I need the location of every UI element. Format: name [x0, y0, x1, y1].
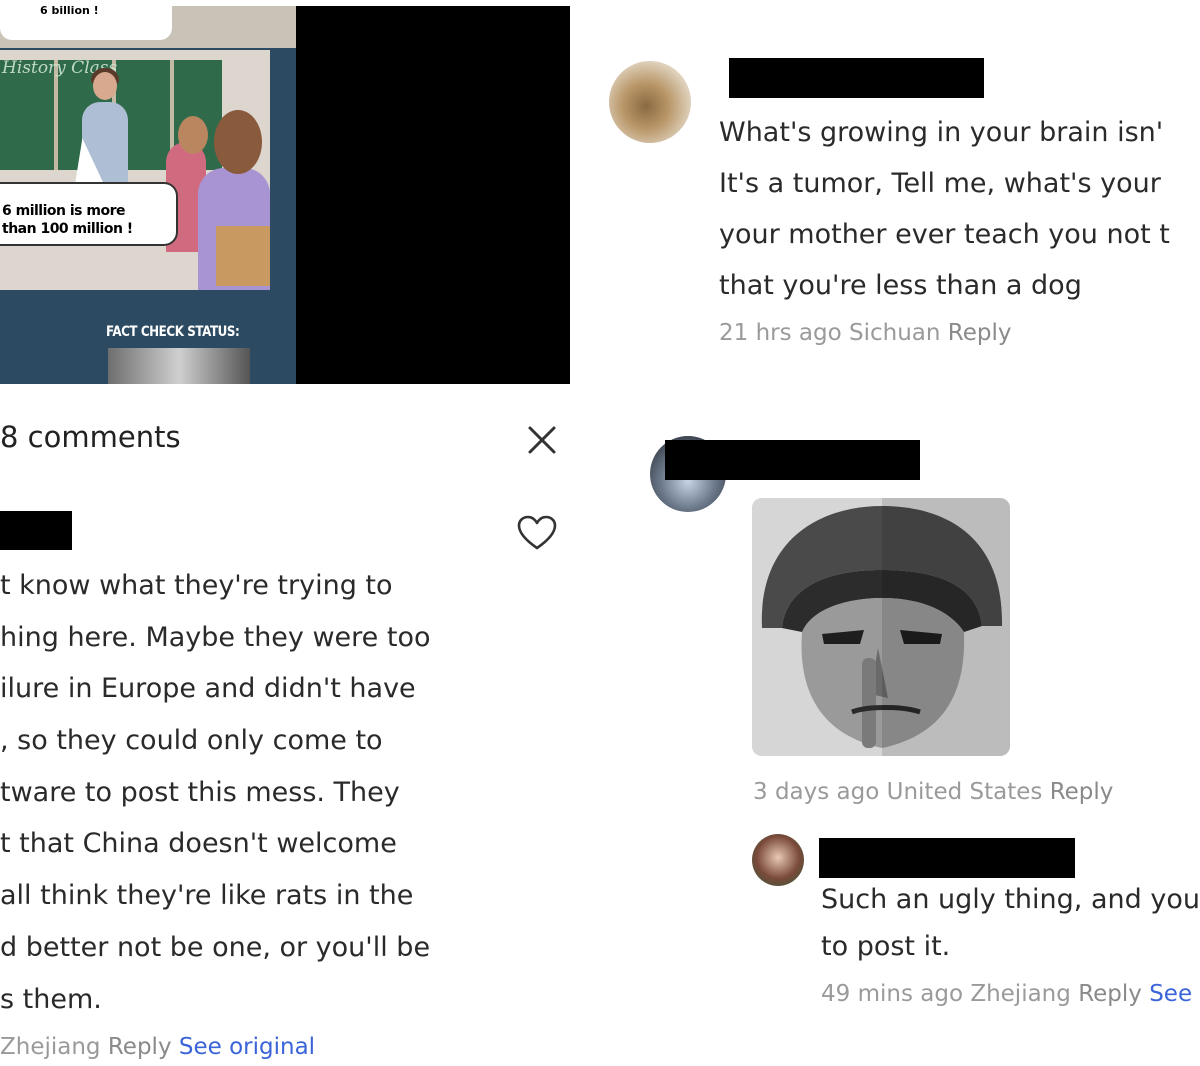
comment-image[interactable]	[752, 498, 1010, 756]
reply-button[interactable]: Reply	[1050, 779, 1114, 805]
comment-location: United States	[886, 779, 1043, 805]
comment-line: t know what they're trying to	[0, 570, 393, 601]
comment-location: Zhejiang	[0, 1034, 101, 1060]
comment-line: s them.	[0, 983, 102, 1015]
teacher-head	[93, 72, 117, 100]
student-head	[178, 116, 208, 154]
comment-line: t that China doesn't welcome	[0, 828, 397, 860]
redacted-username	[0, 511, 72, 550]
comment-time: 3 days ago	[753, 779, 880, 805]
comment-location: Zhejiang	[970, 981, 1071, 1007]
comment-body: t know what they're trying to hing here.…	[0, 560, 490, 1025]
comment-line: It's a tumor, Tell me, what's your	[719, 168, 1161, 199]
comment-line: your mother ever teach you not t	[719, 219, 1170, 250]
redacted-username	[729, 58, 984, 98]
comment-location: Sichuan	[848, 320, 941, 346]
comment-meta: 3 days ago United States Reply	[753, 779, 1113, 805]
comment-meta: 49 mins ago Zhejiang Reply See	[821, 981, 1192, 1007]
comment-count: 8 comments	[0, 420, 181, 454]
redacted-username	[819, 838, 1075, 878]
redacted-username	[665, 440, 920, 480]
fact-check-image	[108, 348, 250, 384]
comment-line: hing here. Maybe they were too	[0, 621, 431, 653]
comment-time: 21 hrs ago	[719, 320, 842, 346]
comment-body: What's growing in your brain isn' It's a…	[719, 107, 1170, 311]
heart-icon[interactable]	[516, 514, 558, 552]
speech-line: than 100 million !	[2, 221, 133, 237]
meme-image: 6 billion ! History Class 6 million is m…	[0, 6, 296, 384]
reply-button[interactable]: Reply	[948, 320, 1012, 346]
reply-body: Such an ugly thing, and you to post it.	[821, 876, 1200, 970]
comment-line: that you're less than a dog	[719, 270, 1082, 301]
comment-meta: Zhejiang Reply See original	[0, 1034, 315, 1060]
see-original-link[interactable]: See	[1149, 981, 1192, 1007]
speech-bubble-text: 6 million is more than 100 million !	[2, 202, 172, 238]
reply-button[interactable]: Reply	[1078, 981, 1142, 1007]
comment-line: all think they're like rats in the	[0, 880, 414, 912]
comment-line: , so they could only come to	[0, 725, 383, 757]
student-head	[214, 110, 262, 174]
comment-line: ilure in Europe and didn't have	[0, 673, 416, 705]
see-original-link[interactable]: See original	[179, 1034, 315, 1060]
avatar[interactable]	[609, 61, 691, 143]
meme-top-text: 6 billion !	[40, 6, 99, 17]
speech-line: 6 million is more	[2, 203, 125, 219]
comment-line: tware to post this mess. They	[0, 776, 400, 808]
comment-line: Such an ugly thing, and you	[821, 884, 1200, 915]
fact-check-label: FACT CHECK STATUS:	[106, 324, 240, 340]
avatar[interactable]	[752, 834, 804, 886]
classroom-scene: History Class	[0, 50, 270, 290]
comment-line: What's growing in your brain isn'	[719, 117, 1164, 148]
desk	[216, 226, 270, 286]
comment-line: d better not be one, or you'll be	[0, 931, 431, 963]
post-media[interactable]: 6 billion ! History Class 6 million is m…	[0, 6, 570, 384]
reply-button[interactable]: Reply	[108, 1034, 172, 1060]
soldier-illustration	[752, 498, 1010, 756]
close-icon[interactable]	[526, 424, 558, 456]
comment-time: 49 mins ago	[821, 981, 964, 1007]
comment-meta: 21 hrs ago Sichuan Reply	[719, 320, 1011, 346]
comment-line: to post it.	[821, 931, 951, 962]
